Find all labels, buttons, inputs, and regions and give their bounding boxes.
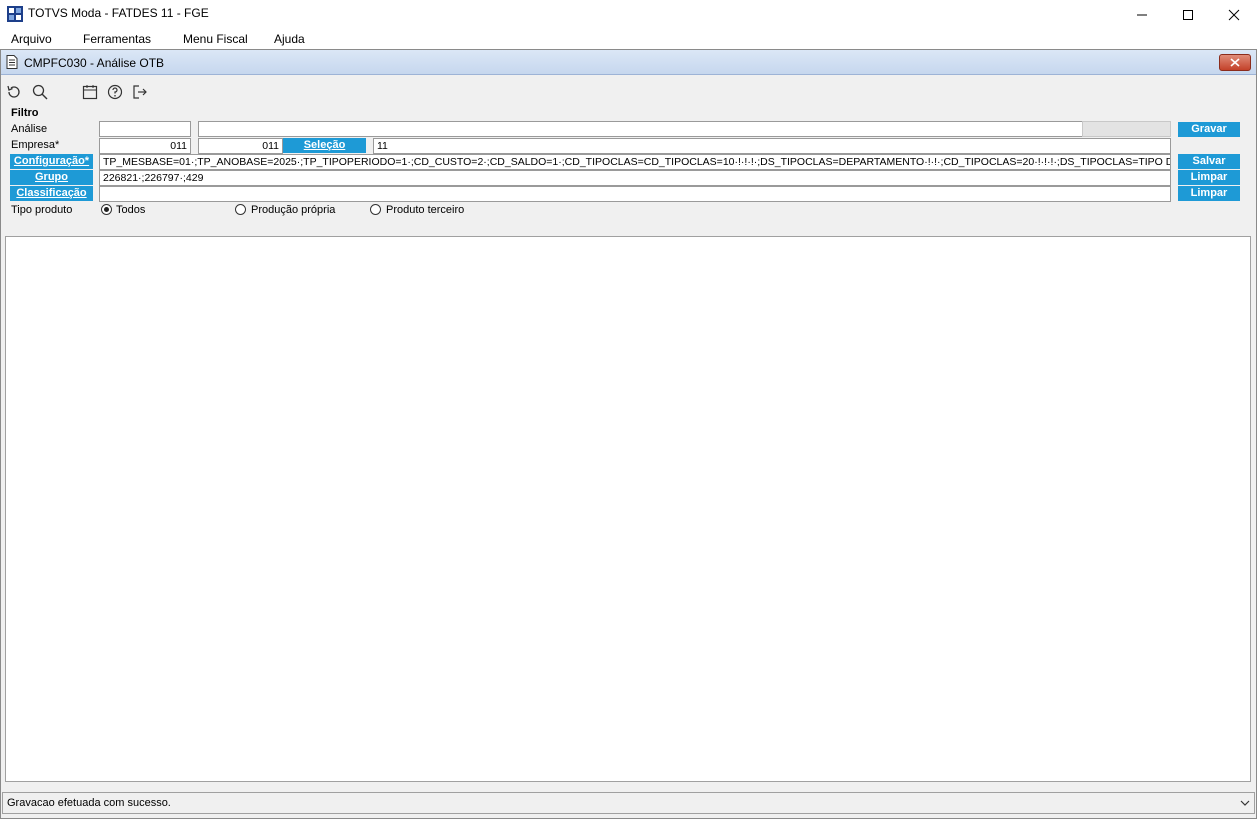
limpar-classificacao-button[interactable]: Limpar (1178, 186, 1240, 201)
exit-icon[interactable] (131, 83, 149, 101)
radio-todos-label[interactable]: Todos (116, 204, 145, 216)
empresa-input-2[interactable]: 011 (198, 138, 283, 154)
grupo-field: 226821·;226797·;429 (99, 170, 1171, 186)
analise-label: Análise (11, 123, 48, 135)
gravar-button[interactable]: Gravar (1178, 122, 1240, 137)
radio-producao-propria-label[interactable]: Produção própria (251, 204, 335, 216)
document-icon (6, 55, 18, 69)
search-icon[interactable] (31, 83, 49, 101)
analise-description-field (198, 121, 1082, 137)
menu-ajuda[interactable]: Ajuda (274, 32, 305, 46)
grupo-button[interactable]: Grupo (10, 170, 93, 185)
radio-todos[interactable] (101, 204, 112, 215)
calendar-icon[interactable] (81, 83, 99, 101)
configuracao-field: TP_MESBASE=01·;TP_ANOBASE=2025·;TP_TIPOP… (99, 154, 1171, 170)
analise-input[interactable] (99, 121, 191, 137)
child-title-bar (1, 50, 1256, 75)
classificacao-field (99, 186, 1171, 202)
radio-produto-terceiro[interactable] (370, 204, 381, 215)
refresh-icon[interactable] (5, 83, 23, 101)
menu-ferramentas[interactable]: Ferramentas (83, 32, 151, 46)
selecao-button[interactable]: Seleção (283, 138, 366, 153)
maximize-icon[interactable] (1165, 0, 1211, 29)
analise-field-extension (1082, 121, 1171, 137)
radio-producao-propria[interactable] (235, 204, 246, 215)
child-close-icon[interactable] (1219, 54, 1251, 71)
empresa-input[interactable]: 011 (99, 138, 191, 154)
tipo-produto-label: Tipo produto (11, 204, 73, 216)
menu-arquivo[interactable]: Arquivo (11, 32, 52, 46)
empresa-label: Empresa* (11, 139, 60, 151)
selecao-value-field: 11 (373, 138, 1171, 154)
chevron-down-icon[interactable] (1238, 796, 1252, 810)
app-logo-icon (7, 6, 23, 22)
configuracao-button[interactable]: Configuração* (10, 154, 93, 169)
child-title: CMPFC030 - Análise OTB (24, 56, 165, 70)
close-icon[interactable] (1211, 0, 1257, 29)
minimize-icon[interactable] (1119, 0, 1165, 29)
limpar-grupo-button[interactable]: Limpar (1178, 170, 1240, 185)
menu-fiscal[interactable]: Menu Fiscal (183, 32, 248, 46)
salvar-button[interactable]: Salvar (1178, 154, 1240, 169)
status-bar (2, 792, 1255, 814)
radio-produto-terceiro-label[interactable]: Produto terceiro (386, 204, 464, 216)
filter-heading: Filtro (11, 107, 39, 119)
help-icon[interactable] (106, 83, 124, 101)
status-message: Gravacao efetuada com sucesso. (7, 797, 171, 809)
results-panel (5, 236, 1251, 782)
window-title: TOTVS Moda - FATDES 11 - FGE (28, 6, 209, 20)
classificacao-button[interactable]: Classificação (10, 186, 93, 201)
